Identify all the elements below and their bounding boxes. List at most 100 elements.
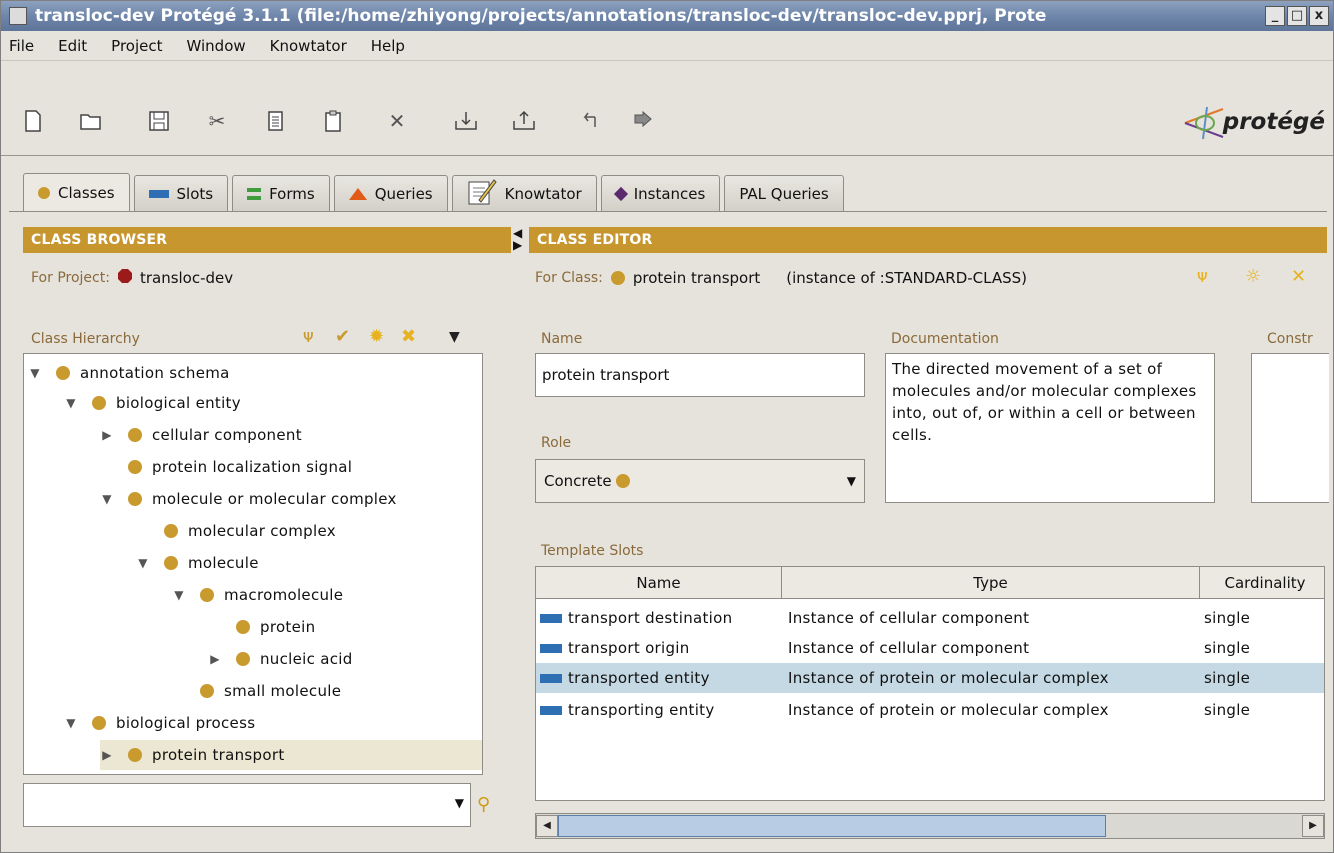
- knowtator-icon: [467, 178, 497, 210]
- create-class-icon[interactable]: ✹: [369, 327, 384, 347]
- slot-bar-icon: [148, 189, 169, 198]
- find-binoculars-icon[interactable]: ⚲: [477, 795, 490, 815]
- redo-icon[interactable]: [631, 109, 655, 133]
- open-folder-icon[interactable]: [79, 109, 103, 133]
- splitter-arrows-icon[interactable]: ◀ ▶: [513, 227, 522, 251]
- for-project-row: For Project: transloc-dev: [31, 269, 233, 287]
- expand-toggle-icon[interactable]: ▼: [28, 366, 42, 380]
- class-dot-icon: [164, 556, 178, 570]
- scroll-left-icon[interactable]: ◀: [536, 815, 558, 837]
- expand-toggle-icon[interactable]: ▼: [100, 492, 114, 506]
- table-row[interactable]: transport origin Instance of cellular co…: [536, 633, 1324, 663]
- paste-icon[interactable]: [321, 109, 345, 133]
- tree-node-molecule-or-molecular-complex[interactable]: ▼ molecule or molecular complex: [100, 484, 397, 514]
- tree-scrollbar[interactable]: ▲ ▼: [482, 354, 483, 774]
- expand-toggle-icon[interactable]: ▶: [100, 748, 114, 762]
- expand-toggle-icon[interactable]: ▶: [100, 428, 114, 442]
- scroll-right-icon[interactable]: ▶: [1302, 815, 1324, 837]
- menu-file[interactable]: File: [9, 37, 34, 55]
- menu-help[interactable]: Help: [371, 37, 405, 55]
- editor-horizontal-scrollbar[interactable]: ◀ ▶: [535, 813, 1325, 839]
- table-row[interactable]: transporting entity Instance of protein …: [536, 695, 1324, 725]
- tree-node-small-molecule[interactable]: small molecule: [172, 676, 341, 706]
- tree-node-protein-localization-signal[interactable]: protein localization signal: [100, 452, 352, 482]
- expand-toggle-icon[interactable]: ▼: [64, 396, 78, 410]
- expand-toggle-icon[interactable]: ▼: [172, 588, 186, 602]
- tree-node-annotation-schema[interactable]: ▼ annotation schema: [28, 358, 230, 388]
- tree-node-nucleic-acid[interactable]: ▶ nucleic acid: [208, 644, 353, 674]
- menu-edit[interactable]: Edit: [58, 37, 87, 55]
- menu-project[interactable]: Project: [111, 37, 162, 55]
- close-button[interactable]: x: [1309, 6, 1329, 26]
- tree-node-label: macromolecule: [224, 586, 344, 604]
- tab-label: Instances: [633, 184, 706, 203]
- tab-pal-queries[interactable]: PAL Queries: [724, 175, 844, 211]
- tree-node-macromolecule[interactable]: ▼ macromolecule: [172, 580, 343, 610]
- tree-node-biological-process[interactable]: ▼ biological process: [64, 708, 255, 738]
- tab-label: Knowtator: [504, 184, 582, 203]
- expand-toggle-icon[interactable]: ▼: [136, 556, 150, 570]
- column-header-cardinality[interactable]: Cardinality: [1200, 567, 1324, 599]
- tree-node-cellular-component[interactable]: ▶ cellular component: [100, 420, 302, 450]
- remove-icon[interactable]: ✕: [1291, 267, 1306, 287]
- tree-node-protein-transport[interactable]: ▶ protein transport: [100, 740, 482, 770]
- tab-queries[interactable]: Queries: [333, 175, 448, 211]
- tree-node-molecular-complex[interactable]: molecular complex: [136, 516, 336, 546]
- class-references-icon[interactable]: ᴪ: [1197, 267, 1208, 287]
- class-dot-icon: [128, 748, 142, 762]
- menu-window[interactable]: Window: [187, 37, 246, 55]
- column-header-name[interactable]: Name: [536, 567, 782, 599]
- protege-window: transloc-dev Protégé 3.1.1 (file:/home/z…: [0, 0, 1334, 853]
- template-slots-table: Name Type Cardinality transport destinat…: [535, 566, 1325, 801]
- tab-instances[interactable]: Instances: [600, 175, 721, 211]
- slot-icon: [540, 706, 562, 715]
- copy-icon[interactable]: [263, 109, 287, 133]
- create-subclass-icon[interactable]: ✔: [335, 327, 350, 347]
- documentation-field[interactable]: The directed movement of a set of molecu…: [885, 353, 1215, 503]
- hierarchy-menu-icon[interactable]: ▼: [449, 327, 460, 347]
- tree-node-label: molecule: [188, 554, 259, 572]
- delete-class-icon[interactable]: ✖: [401, 327, 416, 347]
- tab-knowtator[interactable]: Knowtator: [451, 175, 597, 211]
- window-menu-icon[interactable]: [9, 7, 27, 25]
- tree-node-protein[interactable]: protein: [208, 612, 315, 642]
- tab-label: Classes: [58, 183, 115, 202]
- tree-node-label: molecule or molecular complex: [152, 490, 397, 508]
- role-dropdown-icon[interactable]: ▼: [847, 474, 856, 488]
- menu-knowtator[interactable]: Knowtator: [270, 37, 347, 55]
- expand-toggle-icon[interactable]: ▼: [64, 716, 78, 730]
- tree-node-biological-entity[interactable]: ▼ biological entity: [64, 388, 241, 418]
- tab-forms[interactable]: Forms: [232, 175, 330, 211]
- table-row[interactable]: transport destination Instance of cellul…: [536, 603, 1324, 633]
- slot-cardinality: single: [1204, 639, 1251, 657]
- add-metaclass-icon[interactable]: ☼: [1245, 267, 1261, 287]
- maximize-button[interactable]: □: [1287, 6, 1307, 26]
- tab-classes[interactable]: Classes: [23, 173, 130, 211]
- slot-name: transport destination: [568, 609, 733, 627]
- table-row-selected[interactable]: transported entity Instance of protein o…: [536, 663, 1324, 693]
- editor-scroll-thumb[interactable]: [558, 815, 1106, 837]
- undo-icon[interactable]: [575, 109, 599, 133]
- protege-logo-icon: [1183, 103, 1229, 141]
- constraints-field[interactable]: [1251, 353, 1329, 503]
- slot-cardinality: single: [1204, 701, 1251, 719]
- expand-toggle-icon[interactable]: ▶: [208, 652, 222, 666]
- save-icon[interactable]: [147, 109, 171, 133]
- class-search-combo[interactable]: ▼: [23, 783, 471, 827]
- cut-icon[interactable]: ✂: [205, 109, 229, 133]
- class-name-field[interactable]: protein transport: [535, 353, 865, 397]
- slot-icon: [540, 644, 562, 653]
- combo-dropdown-icon[interactable]: ▼: [455, 796, 464, 810]
- role-select[interactable]: Concrete ▼: [535, 459, 865, 503]
- view-class-references-icon[interactable]: ᴪ: [303, 327, 314, 347]
- column-header-type[interactable]: Type: [782, 567, 1200, 599]
- new-file-icon[interactable]: [21, 109, 45, 133]
- class-editor-header: CLASS EDITOR: [529, 227, 1327, 253]
- tree-node-label: small molecule: [224, 682, 342, 700]
- tab-slots[interactable]: Slots: [133, 175, 229, 211]
- export-icon[interactable]: [511, 109, 535, 133]
- tree-node-molecule[interactable]: ▼ molecule: [136, 548, 259, 578]
- delete-icon[interactable]: ✕: [385, 109, 409, 133]
- minimize-button[interactable]: _: [1265, 6, 1285, 26]
- import-icon[interactable]: [453, 109, 477, 133]
